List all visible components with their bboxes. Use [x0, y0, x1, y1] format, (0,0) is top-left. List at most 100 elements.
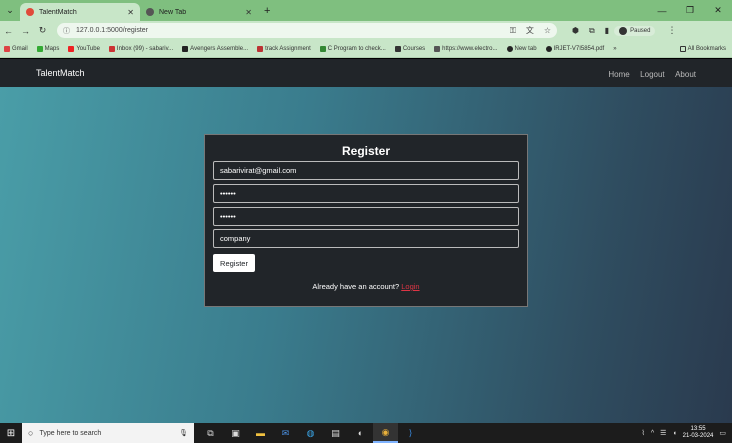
- tab-talentmatch[interactable]: TalentMatch ✕: [20, 3, 140, 21]
- already-text: Already have an account?: [312, 282, 400, 291]
- nav-home-link[interactable]: Home: [608, 70, 629, 79]
- file-explorer-icon[interactable]: ▬: [248, 423, 273, 443]
- bookmark-inbox[interactable]: Inbox (99) - sabariv...: [108, 45, 173, 52]
- globe-icon: [545, 45, 552, 52]
- role-field[interactable]: company: [213, 229, 519, 248]
- gmail-icon: [4, 45, 10, 52]
- clock-date: 21-03-2024: [682, 433, 714, 439]
- bookmark-track[interactable]: track Assignment: [257, 45, 311, 52]
- maps-icon: [36, 45, 43, 52]
- register-card: Register sabarivirat@gmail.com •••••• ••…: [204, 134, 528, 307]
- edge-icon[interactable]: ◍: [298, 423, 323, 443]
- bookmark-maps[interactable]: Maps: [36, 45, 59, 52]
- bookmark-icon: [257, 45, 264, 52]
- avatar: [619, 26, 628, 35]
- all-bookmarks[interactable]: All Bookmarks: [679, 45, 726, 52]
- search-icon: ○: [28, 428, 34, 438]
- close-window-icon[interactable]: ✕: [704, 5, 732, 16]
- clock-time: 13:55: [690, 426, 706, 432]
- mail-icon: [108, 45, 115, 52]
- favicon-icon: [146, 8, 154, 16]
- nav-logout-link[interactable]: Logout: [640, 70, 664, 79]
- taskbar-apps: ⧉ ▣ ▬ ✉ ◍ ▤ ◐ ◉ ⟩: [198, 423, 423, 443]
- search-placeholder: Type here to search: [39, 429, 102, 437]
- tab-title: TalentMatch: [39, 8, 77, 16]
- bookmark-cprogram[interactable]: C Program to check...: [319, 45, 386, 52]
- profile-button[interactable]: Paused: [614, 25, 656, 36]
- form-title: Register: [341, 144, 391, 158]
- mail-icon[interactable]: ✉: [273, 423, 298, 443]
- window-controls: — ❐ ✕: [648, 0, 732, 21]
- profile-status: Paused: [630, 27, 651, 34]
- chrome-icon: [506, 45, 513, 52]
- volume-icon[interactable]: ◖: [672, 430, 676, 437]
- password-field[interactable]: ••••••: [213, 184, 519, 203]
- minimize-icon[interactable]: —: [648, 6, 676, 16]
- microphone-icon[interactable]: 🎙: [179, 429, 188, 437]
- bookmark-gmail[interactable]: Gmail: [4, 45, 28, 52]
- terminal-icon[interactable]: ▤: [323, 423, 348, 443]
- forward-icon[interactable]: →: [17, 26, 34, 36]
- email-field[interactable]: sabarivirat@gmail.com: [213, 161, 519, 180]
- login-link[interactable]: Login: [401, 282, 419, 291]
- site-navbar: TalentMatch Home Logout About: [0, 59, 732, 87]
- bookmark-courses[interactable]: Courses: [394, 45, 425, 52]
- chevron-up-icon[interactable]: ^: [651, 430, 654, 437]
- vscode-icon[interactable]: ⟩: [398, 423, 423, 443]
- url-text: 127.0.0.1:5000/register: [76, 27, 148, 34]
- tab-search-icon[interactable]: ⌄: [0, 0, 20, 21]
- site-info-icon[interactable]: ⓘ: [63, 26, 70, 36]
- courses-icon: [394, 45, 401, 52]
- folder-icon: [679, 45, 686, 52]
- toolbar: ← → ↻ ⓘ 127.0.0.1:5000/register ⚿ 文 ☆ ⬢ …: [0, 21, 732, 40]
- windows-start-icon[interactable]: ⊞: [0, 428, 22, 439]
- notification-icon[interactable]: ▭: [719, 429, 726, 437]
- store-icon[interactable]: ▣: [223, 423, 248, 443]
- system-tray: ⌇ ^ ☰ ◖ 13:55 21-03-2024 ▭: [641, 426, 732, 440]
- translate-icon[interactable]: 文: [526, 26, 534, 35]
- favicon-icon: [26, 8, 34, 16]
- extensions-puzzle-icon[interactable]: ⧉: [589, 26, 595, 36]
- tab-strip: ⌄ TalentMatch ✕ New Tab ✕ + — ❐ ✕: [0, 0, 732, 21]
- bookmark-electro[interactable]: https://www.electro...: [434, 45, 498, 52]
- youtube-icon: [68, 45, 75, 52]
- tab-new-tab[interactable]: New Tab ✕: [140, 3, 258, 21]
- nav-links: Home Logout About: [602, 64, 696, 82]
- bookmarks-bar: Gmail Maps YouTube Inbox (99) - sabariv.…: [0, 40, 732, 58]
- windows-taskbar: ⊞ ○ Type here to search 🎙 ⧉ ▣ ▬ ✉ ◍ ▤ ◐ …: [0, 423, 732, 443]
- clock[interactable]: 13:55 21-03-2024: [683, 426, 714, 440]
- password-key-icon[interactable]: ⚿: [510, 26, 516, 35]
- nav-about-link[interactable]: About: [675, 70, 696, 79]
- tab-title: New Tab: [159, 8, 187, 16]
- bookmark-newtab[interactable]: New tab: [506, 45, 537, 52]
- more-bookmarks-icon[interactable]: »: [613, 46, 616, 52]
- confirm-password-field[interactable]: ••••••: [213, 207, 519, 226]
- taskbar-search[interactable]: ○ Type here to search 🎙: [22, 423, 194, 443]
- new-tab-button[interactable]: +: [264, 5, 270, 17]
- login-prompt: Already have an account? Login: [205, 282, 527, 291]
- side-panel-icon[interactable]: ▮: [605, 26, 609, 35]
- reload-icon[interactable]: ↻: [34, 25, 51, 36]
- brand-logo[interactable]: TalentMatch: [36, 68, 602, 78]
- chrome-icon[interactable]: ◉: [373, 423, 398, 443]
- maximize-icon[interactable]: ❐: [676, 5, 704, 16]
- t-icon: [182, 45, 189, 52]
- link-icon: [434, 45, 441, 52]
- close-tab-icon[interactable]: ✕: [127, 8, 134, 17]
- bookmark-irjet[interactable]: IRJET-V7I5854.pdf: [545, 45, 604, 52]
- app-icon[interactable]: ◐: [348, 423, 373, 443]
- bookmark-icon: [319, 45, 326, 52]
- extension-icon[interactable]: ⬢: [572, 26, 579, 35]
- register-button[interactable]: Register: [213, 254, 255, 272]
- wifi-icon[interactable]: ☰: [660, 429, 666, 437]
- bookmark-avengers[interactable]: Avengers Assemble...: [182, 45, 248, 52]
- page-content: TalentMatch Home Logout About Register s…: [0, 59, 732, 423]
- close-tab-icon[interactable]: ✕: [245, 8, 252, 17]
- task-view-icon[interactable]: ⧉: [198, 423, 223, 443]
- menu-kebab-icon[interactable]: ⋮: [663, 25, 680, 36]
- network-icon[interactable]: ⌇: [641, 429, 644, 437]
- address-bar[interactable]: ⓘ 127.0.0.1:5000/register ⚿ 文 ☆: [57, 23, 557, 38]
- bookmark-youtube[interactable]: YouTube: [68, 45, 100, 52]
- bookmark-star-icon[interactable]: ☆: [544, 26, 551, 35]
- back-icon[interactable]: ←: [0, 26, 17, 36]
